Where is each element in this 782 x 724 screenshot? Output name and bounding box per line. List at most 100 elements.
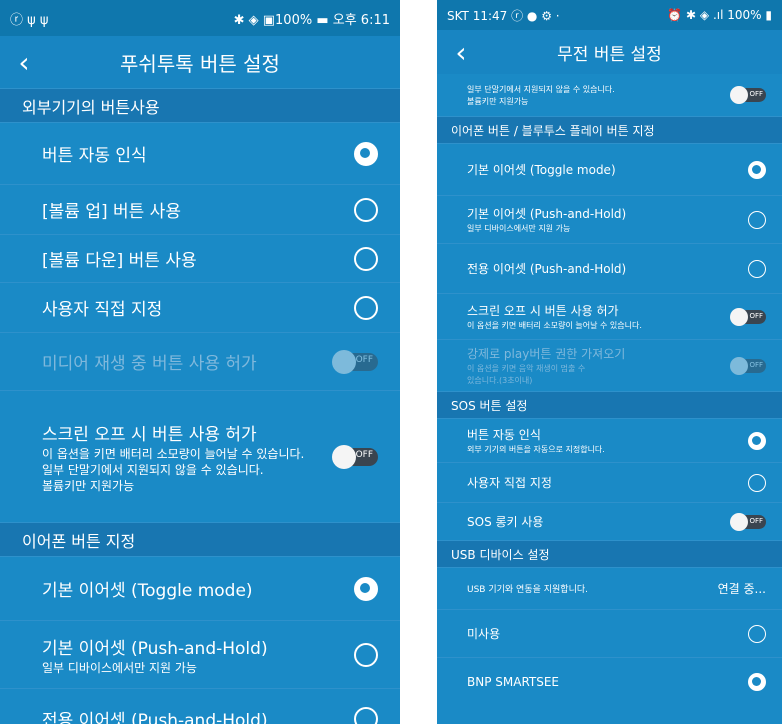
toggle-knob [332,444,356,469]
radio-selected-icon[interactable] [748,431,766,450]
row-label: 기본 이어셋 (Toggle mode) [467,163,616,177]
row-sub-label: 있습니다.(3초이내) [467,376,533,385]
radio-icon[interactable] [354,295,378,320]
row-label: 버튼 자동 인식 [467,428,541,442]
status-bar: ⓡ ψ ψ ✱ ◈ ▣100% ▬ 오후 6:11 [0,0,400,36]
row-bnp-smartsee[interactable]: BNP SMARTSEE [437,657,782,705]
toggle-label: OFF [355,449,373,460]
section-external-buttons: 외부기기의 버튼사용 [0,88,400,122]
row-sos-auto-detect[interactable]: 버튼 자동 인식 외부 기기의 버튼을 자동으로 지정합니다. [437,418,782,462]
page-title: 무전 버튼 설정 [557,44,662,65]
row-sub-label: 볼륨키만 지원가능 [467,97,529,106]
row-label: 전용 이어셋 (Push-and-Hold) [467,262,627,276]
row-sos-custom[interactable]: 사용자 직접 지정 [437,462,782,502]
app-bar: ‹ 푸쉬투톡 버튼 설정 [0,36,400,88]
row-volume-up[interactable]: [볼륨 업] 버튼 사용 [0,184,400,234]
radio-icon[interactable] [354,706,378,724]
toggle-label: OFF [355,354,373,365]
row-label: 버튼 자동 인식 [42,146,147,166]
radio-icon[interactable] [354,246,378,271]
row-auto-detect[interactable]: 버튼 자동 인식 [0,122,400,184]
radio-selected-icon[interactable] [354,576,378,601]
radio-icon[interactable] [748,473,766,492]
row-label: 기본 이어셋 (Push-and-Hold) [467,207,627,221]
row-sub-label: 일부 단말기에서 지원되지 않을 수 있습니다. [42,463,264,477]
row-screen-off[interactable]: 스크린 오프 시 버튼 사용 허가 이 옵션을 키면 배터리 소모량이 늘어날 … [0,390,400,522]
row-dedicated-push-hold[interactable]: 전용 이어셋 (Push-and-Hold) [0,688,400,724]
row-custom-assign[interactable]: 사용자 직접 지정 [0,282,400,332]
toggle-knob [730,86,748,104]
status-left: SKT 11:47 ⓡ ● ⚙ · [447,8,560,23]
row-screen-off[interactable]: 스크린 오프 시 버튼 사용 허가 이 옵션을 키면 배터리 소모량이 늘어날 … [437,293,782,339]
toggle-switch[interactable]: OFF [730,86,766,104]
radio-icon[interactable] [354,197,378,222]
toggle-knob [730,512,748,531]
row-basic-push-hold[interactable]: 기본 이어셋 (Push-and-Hold) 일부 디바이스에서만 지원 가능 [0,620,400,688]
row-label: 기본 이어셋 (Toggle mode) [42,581,253,601]
radio-selected-icon[interactable] [748,672,766,691]
row-label: 미사용 [467,627,501,641]
toggle-switch[interactable]: OFF [332,444,378,469]
row-label: [볼륨 다운] 버튼 사용 [42,251,197,271]
row-label: 기본 이어셋 (Push-and-Hold) [42,639,268,659]
row-sub-label: 일부 디바이스에서만 지원 가능 [467,224,571,233]
row-label: 스크린 오프 시 버튼 사용 허가 [42,425,257,445]
row-sub-label: 이 옵션을 키면 음악 재생이 멈출 수 [467,364,586,373]
status-left: ⓡ ψ ψ [10,12,49,28]
row-sos-long-key[interactable]: SOS 롱키 사용 OFF [437,502,782,540]
row-volume-down[interactable]: [볼륨 다운] 버튼 사용 [0,234,400,282]
toggle-label: OFF [749,311,763,320]
row-sub-label: 이 옵션을 키면 배터리 소모량이 늘어날 수 있습니다. [467,321,642,330]
toggle-label: OFF [749,516,763,525]
row-sub-label: 일부 단말기에서 지원되지 않을 수 있습니다. [467,85,615,94]
row-label: 사용자 직접 지정 [42,300,163,320]
row-media-playing: 미디어 재생 중 버튼 사용 허가 OFF [0,332,400,390]
row-sub-label: 볼륨키만 지원가능 [42,479,135,493]
row-basic-toggle[interactable]: 기본 이어셋 (Toggle mode) [0,556,400,620]
row-sub-label: 이 옵션을 키면 배터리 소모량이 늘어날 수 있습니다. [42,447,305,461]
row-label: SOS 롱키 사용 [467,515,544,529]
toggle-switch[interactable]: OFF [730,512,766,531]
row-dedicated-push-hold[interactable]: 전용 이어셋 (Push-and-Hold) [437,243,782,293]
section-earphone-buttons: 이어폰 버튼 지정 [0,522,400,556]
row-label: 미디어 재생 중 버튼 사용 허가 [42,354,257,374]
toggle-switch: OFF [730,356,766,375]
toggle-knob [730,356,748,375]
row-label: BNP SMARTSEE [467,674,560,689]
section-usb: USB 디바이스 설정 [437,540,782,567]
row-unused[interactable]: 미사용 [437,609,782,657]
left-phone-screen: ⓡ ψ ψ ✱ ◈ ▣100% ▬ 오후 6:11 ‹ 푸쉬투톡 버튼 설정 외… [0,0,400,724]
status-bar: SKT 11:47 ⓡ ● ⚙ · ⏰ ✱ ◈ .ıl 100% ▮ [437,0,782,30]
section-sos: SOS 버튼 설정 [437,391,782,418]
section-earphone-bt: 이어폰 버튼 / 블루투스 플레이 버튼 지정 [437,116,782,143]
radio-icon[interactable] [748,210,766,229]
row-basic-push-hold[interactable]: 기본 이어셋 (Push-and-Hold) 일부 디바이스에서만 지원 가능 [437,195,782,243]
toggle-label: OFF [749,360,763,369]
radio-icon[interactable] [354,642,378,667]
row-label: 전용 이어셋 (Push-and-Hold) [42,711,268,724]
row-basic-toggle[interactable]: 기본 이어셋 (Toggle mode) [437,143,782,195]
row-screen-off-partial[interactable]: 일부 단말기에서 지원되지 않을 수 있습니다. 볼륨키만 지원가능 OFF [437,74,782,116]
row-label: [볼륨 업] 버튼 사용 [42,202,181,222]
status-right: ⏰ ✱ ◈ .ıl 100% ▮ [667,8,772,22]
toggle-knob [332,349,356,374]
usb-connection-status: 연결 중... [717,582,766,596]
radio-icon[interactable] [748,624,766,643]
row-label: 사용자 직접 지정 [467,476,552,490]
row-sub-label: 일부 디바이스에서만 지원 가능 [42,661,197,675]
row-usb-support[interactable]: USB 기기와 연동을 지원합니다. 연결 중... [437,567,782,609]
radio-selected-icon[interactable] [354,141,378,166]
row-label: 강제로 play버튼 권한 가져오기 [467,347,626,361]
row-label: 스크린 오프 시 버튼 사용 허가 [467,304,619,318]
radio-icon[interactable] [748,259,766,278]
right-phone-screen: SKT 11:47 ⓡ ● ⚙ · ⏰ ✱ ◈ .ıl 100% ▮ ‹ 무전 … [437,0,782,724]
radio-selected-icon[interactable] [748,160,766,179]
row-sub-label: 외부 기기의 버튼을 자동으로 지정합니다. [467,445,605,454]
page-title: 푸쉬투톡 버튼 설정 [120,51,280,76]
status-right: ✱ ◈ ▣100% ▬ 오후 6:11 [233,12,390,28]
toggle-switch[interactable]: OFF [730,307,766,326]
app-bar: ‹ 무전 버튼 설정 [437,30,782,74]
toggle-knob [730,307,748,326]
toggle-label: OFF [749,90,763,98]
row-force-play: 강제로 play버튼 권한 가져오기 이 옵션을 키면 음악 재생이 멈출 수 … [437,339,782,391]
